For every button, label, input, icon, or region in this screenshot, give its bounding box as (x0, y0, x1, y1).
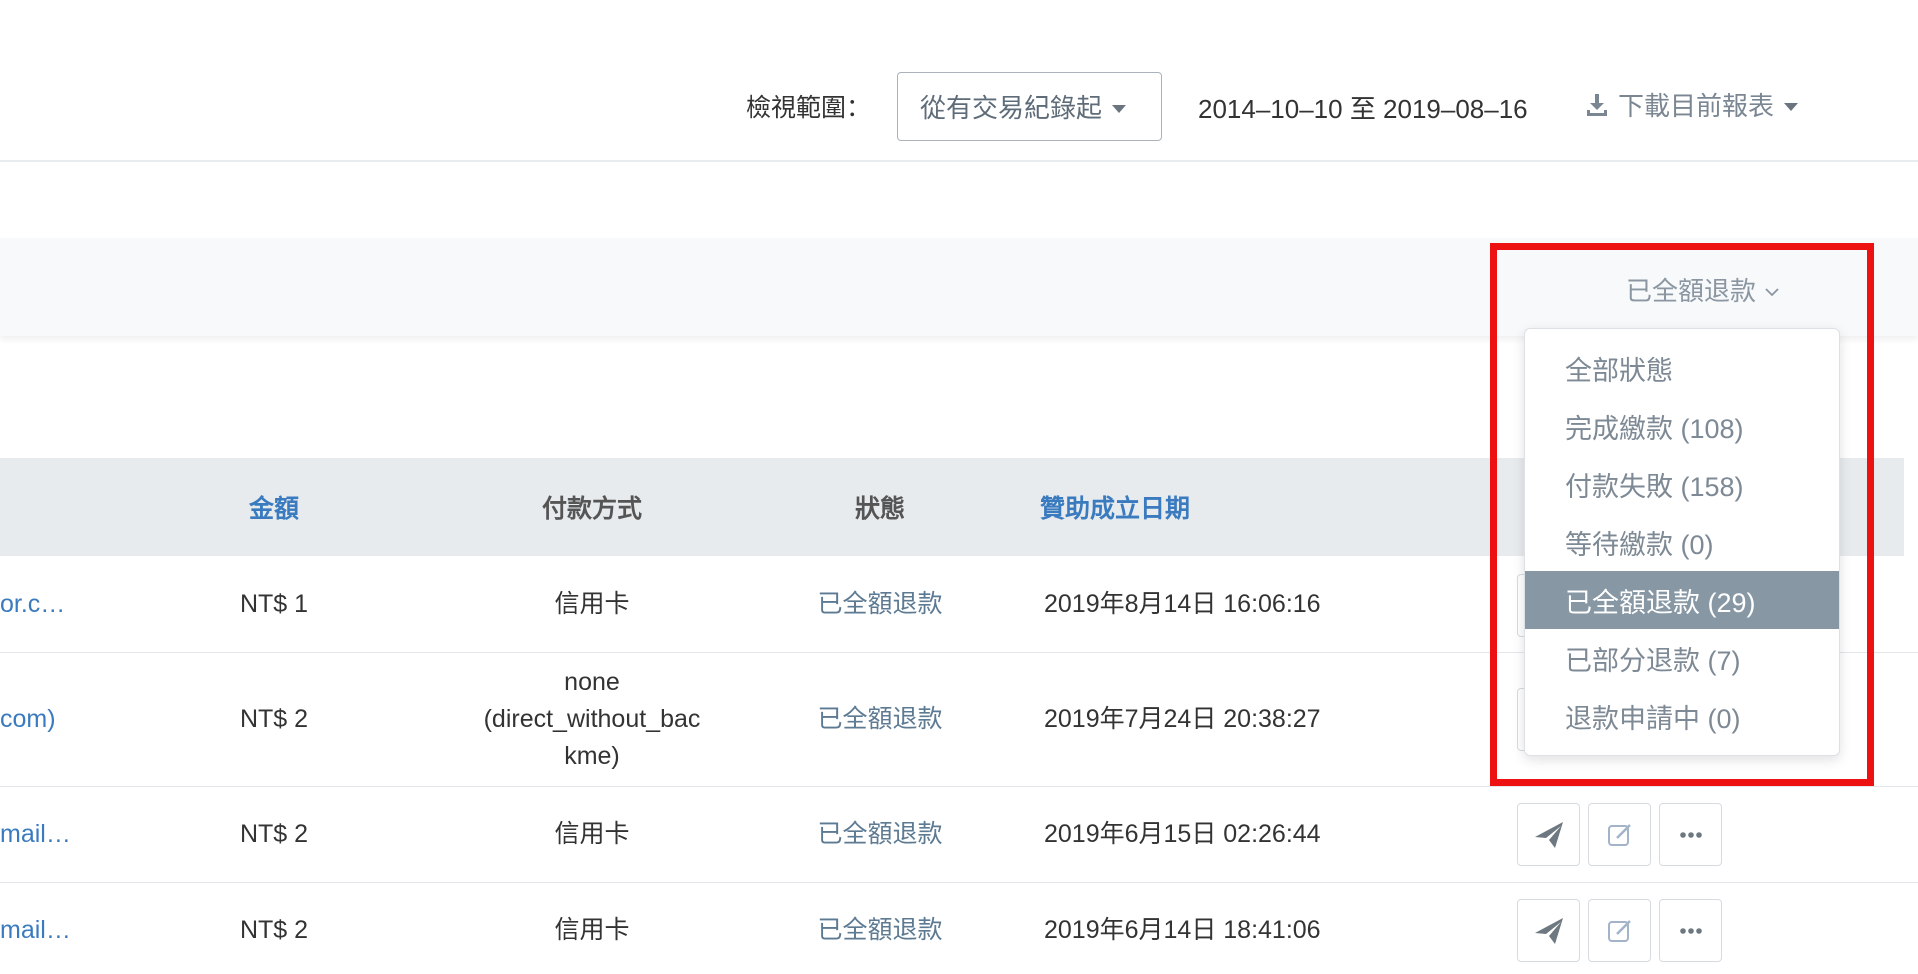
date-cell: 2019年6月15日 02:26:44 (1044, 820, 1321, 848)
table-row: mail… NT$ 2 信用卡 已全額退款 2019年6月14日 18:41:0… (0, 883, 1918, 974)
edit-button[interactable] (1588, 803, 1651, 866)
more-icon (1679, 927, 1702, 934)
status-cell: 已全額退款 (817, 916, 943, 944)
donor-email[interactable]: mail… (0, 787, 120, 882)
range-select-value: 從有交易紀錄起 (920, 93, 1103, 123)
send-icon (1534, 821, 1563, 848)
row-actions (1517, 787, 1722, 882)
date-cell: 2019年7月24日 20:38:27 (1044, 705, 1321, 733)
status-cell: 已全額退款 (817, 589, 943, 618)
status-option-all[interactable]: 全部狀態 (1525, 339, 1839, 397)
amount-cell: NT$ 2 (239, 820, 309, 848)
top-bar: 檢視範圍： 從有交易紀錄起 2014–10–10 至 2019–08–16 下載… (0, 0, 1918, 162)
download-report-button[interactable]: 下載目前報表 (1584, 86, 1799, 123)
payment-method-cell: 信用卡 (554, 820, 630, 848)
status-filter-label: 已全額退款 (1626, 276, 1757, 306)
column-header-amount[interactable]: 金額 (214, 458, 334, 556)
more-icon (1679, 831, 1702, 838)
edit-icon (1607, 823, 1631, 846)
payment-method-cell: 信用卡 (554, 916, 630, 944)
more-button[interactable] (1659, 899, 1722, 962)
status-cell: 已全額退款 (817, 705, 943, 733)
amount-cell: NT$ 2 (239, 916, 309, 944)
status-option-pending[interactable]: 等待繳款 (0) (1525, 513, 1839, 571)
donor-email[interactable]: mail… (0, 883, 120, 974)
table-row: mail… NT$ 2 信用卡 已全額退款 2019年6月15日 02:26:4… (0, 787, 1918, 883)
chevron-down-icon (1765, 287, 1779, 296)
column-header-status: 狀態 (854, 495, 905, 523)
download-icon (1587, 93, 1607, 116)
status-cell: 已全額退款 (817, 820, 943, 848)
range-select[interactable]: 從有交易紀錄起 (897, 72, 1162, 141)
amount-cell: NT$ 1 (239, 589, 309, 618)
donor-email[interactable]: or.c… (0, 556, 120, 652)
send-button[interactable] (1517, 899, 1580, 962)
status-filter-toggle[interactable]: 已全額退款 (1626, 271, 1780, 308)
edit-icon (1607, 919, 1631, 942)
caret-down-icon (1112, 104, 1127, 113)
date-cell: 2019年8月14日 16:06:16 (1044, 589, 1321, 618)
status-filter-menu: 全部狀態 完成繳款 (108) 付款失敗 (158) 等待繳款 (0) 已全額退… (1524, 328, 1840, 756)
status-option-completed[interactable]: 完成繳款 (108) (1525, 397, 1839, 455)
status-option-failed[interactable]: 付款失敗 (158) (1525, 455, 1839, 513)
date-range: 2014–10–10 至 2019–08–16 (1198, 94, 1528, 124)
payment-method-cell: 信用卡 (554, 589, 630, 618)
download-label: 下載目前報表 (1618, 91, 1775, 121)
more-button[interactable] (1659, 803, 1722, 866)
send-button[interactable] (1517, 803, 1580, 866)
row-actions (1517, 883, 1722, 974)
status-option-refund-requested[interactable]: 退款申請中 (0) (1525, 687, 1839, 745)
caret-down-icon (1784, 102, 1799, 111)
column-header-payment-method: 付款方式 (541, 495, 642, 523)
page: 檢視範圍： 從有交易紀錄起 2014–10–10 至 2019–08–16 下載… (0, 0, 1918, 974)
range-label: 檢視範圍： (746, 94, 872, 122)
payment-method-cell: none (direct_without_bac kme) (483, 668, 701, 770)
status-option-full-refund[interactable]: 已全額退款 (29) (1525, 571, 1839, 629)
donor-email[interactable]: com) (0, 653, 120, 786)
date-cell: 2019年6月14日 18:41:06 (1044, 916, 1321, 944)
edit-button[interactable] (1588, 899, 1651, 962)
send-icon (1534, 917, 1563, 944)
column-header-date[interactable]: 贊助成立日期 (1040, 458, 1220, 556)
amount-cell: NT$ 2 (239, 705, 309, 733)
status-option-partial-refund[interactable]: 已部分退款 (7) (1525, 629, 1839, 687)
